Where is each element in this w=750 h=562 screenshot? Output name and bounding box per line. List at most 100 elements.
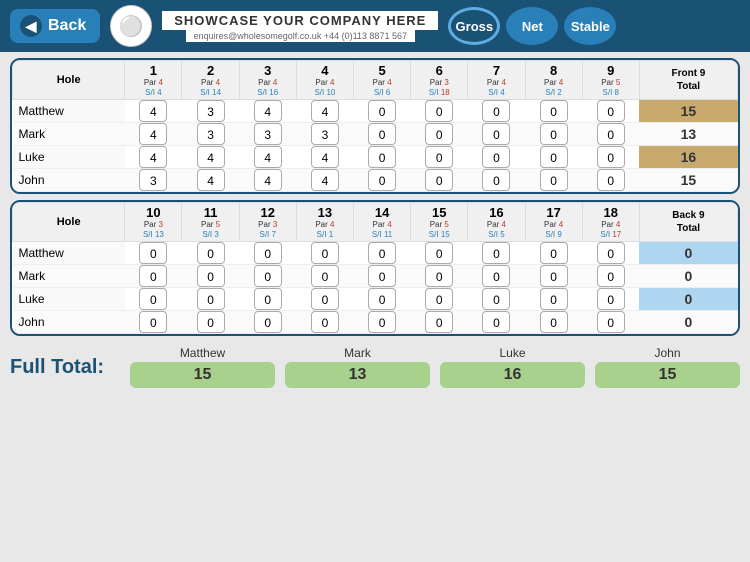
back9-scorecard: Hole 10Par 3S/I 13 11Par 5S/I 3 12Par 3S… xyxy=(10,200,740,336)
matthew-hole10[interactable]: 0 xyxy=(125,242,182,265)
matthew-hole14[interactable]: 0 xyxy=(354,242,411,265)
luke-hole17[interactable]: 0 xyxy=(525,288,582,311)
mark-hole7[interactable]: 0 xyxy=(468,123,525,146)
hole-5-header: 5Par 4S/I 6 xyxy=(354,61,411,100)
matthew-hole9[interactable]: 0 xyxy=(582,100,639,123)
luke-hole3[interactable]: 4 xyxy=(239,146,296,169)
luke-hole14[interactable]: 0 xyxy=(354,288,411,311)
mark-hole15[interactable]: 0 xyxy=(411,265,468,288)
hole-label-back: Hole xyxy=(13,203,125,242)
luke-hole7[interactable]: 0 xyxy=(468,146,525,169)
john-hole1[interactable]: 3 xyxy=(125,169,182,192)
luke-name: Luke xyxy=(13,146,125,169)
matthew-hole12[interactable]: 0 xyxy=(239,242,296,265)
john-hole13[interactable]: 0 xyxy=(296,311,353,334)
john-hole2[interactable]: 4 xyxy=(182,169,239,192)
luke-hole16[interactable]: 0 xyxy=(468,288,525,311)
john-hole4[interactable]: 4 xyxy=(296,169,353,192)
mark-hole3[interactable]: 3 xyxy=(239,123,296,146)
matthew-hole5[interactable]: 0 xyxy=(354,100,411,123)
front9-total-label: Front 9Total xyxy=(639,61,737,100)
john-hole17[interactable]: 0 xyxy=(525,311,582,334)
matthew-hole3[interactable]: 4 xyxy=(239,100,296,123)
mark-name-back: Mark xyxy=(13,265,125,288)
john-hole6[interactable]: 0 xyxy=(411,169,468,192)
luke-hole15[interactable]: 0 xyxy=(411,288,468,311)
back-button[interactable]: ◀ Back xyxy=(10,9,100,43)
matthew-front9-total: 15 xyxy=(639,100,737,123)
mark-hole14[interactable]: 0 xyxy=(354,265,411,288)
matthew-hole2[interactable]: 3 xyxy=(182,100,239,123)
matthew-hole11[interactable]: 0 xyxy=(182,242,239,265)
hole-16-header: 16Par 4S/I 5 xyxy=(468,203,525,242)
stable-button[interactable]: Stable xyxy=(564,7,616,45)
matthew-front9-row: Matthew 4 3 4 4 0 0 0 0 0 15 xyxy=(13,100,738,123)
hole-12-header: 12Par 3S/I 7 xyxy=(239,203,296,242)
luke-hole5[interactable]: 0 xyxy=(354,146,411,169)
john-hole18[interactable]: 0 xyxy=(582,311,639,334)
matthew-hole7[interactable]: 0 xyxy=(468,100,525,123)
luke-hole2[interactable]: 4 xyxy=(182,146,239,169)
mark-hole4[interactable]: 3 xyxy=(296,123,353,146)
mark-hole18[interactable]: 0 xyxy=(582,265,639,288)
john-hole3[interactable]: 4 xyxy=(239,169,296,192)
luke-hole12[interactable]: 0 xyxy=(239,288,296,311)
gross-button[interactable]: Gross xyxy=(448,7,500,45)
mark-hole1[interactable]: 4 xyxy=(125,123,182,146)
mark-hole6[interactable]: 0 xyxy=(411,123,468,146)
luke-hole9[interactable]: 0 xyxy=(582,146,639,169)
mark-hole2[interactable]: 3 xyxy=(182,123,239,146)
luke-hole11[interactable]: 0 xyxy=(182,288,239,311)
matthew-hole18[interactable]: 0 xyxy=(582,242,639,265)
luke-total-block: Luke 16 xyxy=(440,346,585,388)
company-block: SHOWCASE YOUR COMPANY HERE enquires@whol… xyxy=(162,11,438,42)
net-button[interactable]: Net xyxy=(506,7,558,45)
john-hole12[interactable]: 0 xyxy=(239,311,296,334)
mark-hole16[interactable]: 0 xyxy=(468,265,525,288)
mark-hole12[interactable]: 0 xyxy=(239,265,296,288)
mark-hole13[interactable]: 0 xyxy=(296,265,353,288)
hole-label: Hole xyxy=(13,61,125,100)
matthew-total-block: Matthew 15 xyxy=(130,346,275,388)
matthew-hole15[interactable]: 0 xyxy=(411,242,468,265)
luke-hole8[interactable]: 0 xyxy=(525,146,582,169)
score-type-buttons: Gross Net Stable xyxy=(448,7,616,45)
john-hole10[interactable]: 0 xyxy=(125,311,182,334)
hole-14-header: 14Par 4S/I 11 xyxy=(354,203,411,242)
john-back9-total: 0 xyxy=(639,311,737,334)
john-hole9[interactable]: 0 xyxy=(582,169,639,192)
john-name-back: John xyxy=(13,311,125,334)
back-arrow-icon: ◀ xyxy=(20,15,42,37)
luke-full-total: 16 xyxy=(440,362,585,388)
back-label: Back xyxy=(48,17,86,35)
luke-hole4[interactable]: 4 xyxy=(296,146,353,169)
john-hole16[interactable]: 0 xyxy=(468,311,525,334)
mark-hole9[interactable]: 0 xyxy=(582,123,639,146)
matthew-hole1[interactable]: 4 xyxy=(125,100,182,123)
mark-hole17[interactable]: 0 xyxy=(525,265,582,288)
matthew-hole6[interactable]: 0 xyxy=(411,100,468,123)
john-hole5[interactable]: 0 xyxy=(354,169,411,192)
matthew-hole8[interactable]: 0 xyxy=(525,100,582,123)
luke-front9-total: 16 xyxy=(639,146,737,169)
matthew-hole17[interactable]: 0 xyxy=(525,242,582,265)
luke-hole10[interactable]: 0 xyxy=(125,288,182,311)
matthew-hole13[interactable]: 0 xyxy=(296,242,353,265)
mark-hole8[interactable]: 0 xyxy=(525,123,582,146)
luke-hole18[interactable]: 0 xyxy=(582,288,639,311)
john-hole11[interactable]: 0 xyxy=(182,311,239,334)
mark-hole10[interactable]: 0 xyxy=(125,265,182,288)
luke-hole13[interactable]: 0 xyxy=(296,288,353,311)
hole-4-header: 4Par 4S/I 10 xyxy=(296,61,353,100)
mark-hole5[interactable]: 0 xyxy=(354,123,411,146)
matthew-footer-label: Matthew xyxy=(130,346,275,360)
john-hole14[interactable]: 0 xyxy=(354,311,411,334)
john-hole8[interactable]: 0 xyxy=(525,169,582,192)
john-hole7[interactable]: 0 xyxy=(468,169,525,192)
luke-hole1[interactable]: 4 xyxy=(125,146,182,169)
luke-hole6[interactable]: 0 xyxy=(411,146,468,169)
john-hole15[interactable]: 0 xyxy=(411,311,468,334)
matthew-hole4[interactable]: 4 xyxy=(296,100,353,123)
matthew-hole16[interactable]: 0 xyxy=(468,242,525,265)
mark-hole11[interactable]: 0 xyxy=(182,265,239,288)
